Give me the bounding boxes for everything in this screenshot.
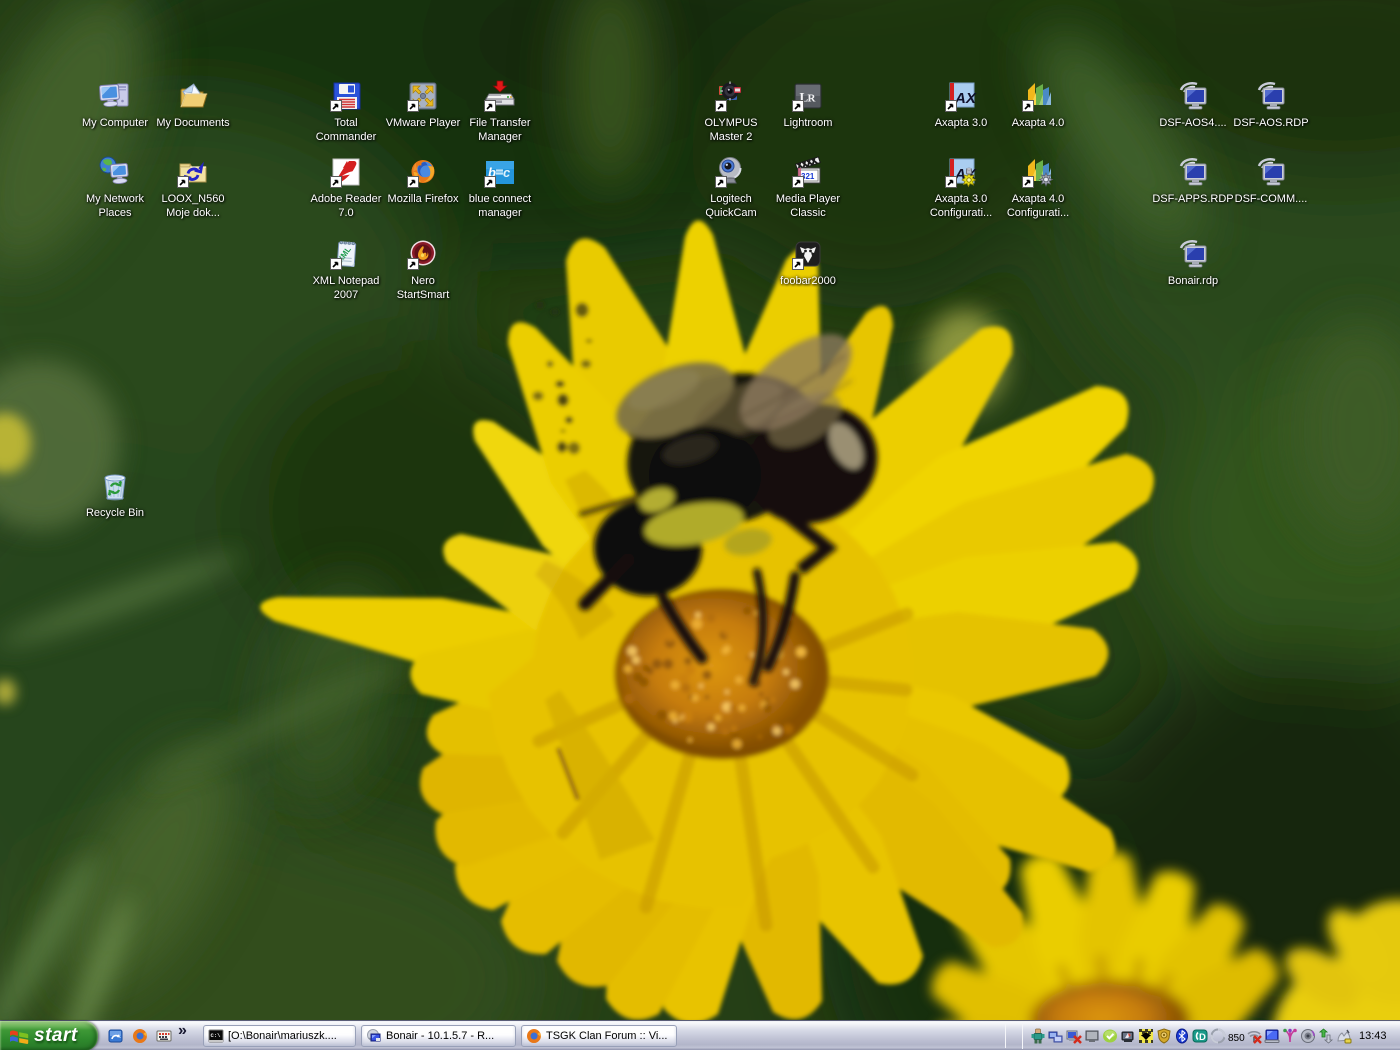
svg-text:AX: AX [954,90,977,107]
svg-text:c: c [503,165,511,180]
svg-text:R: R [808,93,817,105]
svg-text:D: D [1199,1032,1206,1043]
svg-text:C:\: C:\ [211,1032,222,1039]
